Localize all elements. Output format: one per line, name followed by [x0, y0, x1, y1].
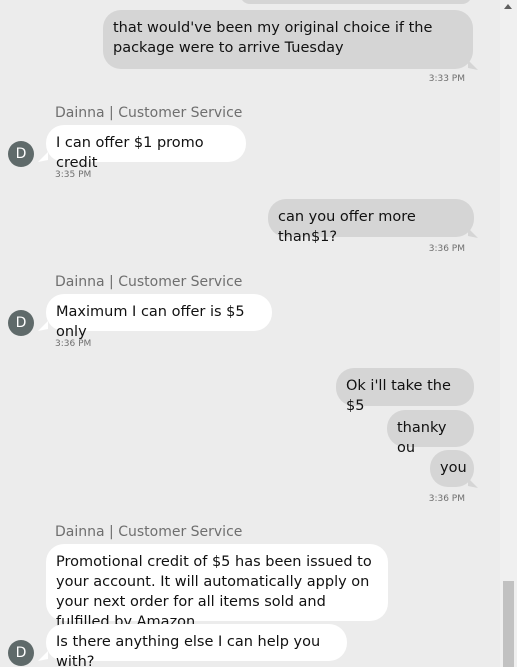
bubble-tail — [468, 60, 478, 70]
vertical-scrollbar[interactable] — [500, 0, 517, 667]
message-text: I can offer $1 promo credit — [56, 135, 204, 171]
message-text: that would've been my original choice if… — [113, 20, 433, 56]
agent-avatar: D — [8, 141, 34, 167]
message-text: Ok i'll take the $5 — [346, 378, 451, 414]
bubble-tail — [38, 651, 48, 661]
agent-name: Dainna | Customer Service — [55, 105, 243, 121]
chat-transcript: that would've been my original choice if… — [0, 0, 500, 667]
outgoing-message: can you offer more than$1? — [268, 199, 474, 245]
bubble-tail — [38, 152, 48, 162]
outgoing-message: thanky ou — [387, 410, 474, 456]
message-timestamp: 3:36 PM — [55, 339, 92, 349]
message-text: Is there anything else I can help you wi… — [56, 634, 321, 667]
bubble-tail — [468, 228, 478, 238]
message-text: Maximum I can offer is $5 only — [56, 304, 245, 340]
agent-name: Dainna | Customer Service — [55, 524, 243, 540]
scroll-up-arrow-icon[interactable] — [504, 4, 512, 9]
bubble-tail — [468, 478, 478, 488]
agent-name: Dainna | Customer Service — [55, 274, 243, 290]
message-timestamp: 3:36 PM — [428, 244, 465, 254]
incoming-message: I can offer $1 promo credit — [46, 125, 246, 171]
incoming-message: Maximum I can offer is $5 only — [46, 294, 272, 340]
message-text: Promotional credit of $5 has been issued… — [56, 554, 372, 630]
incoming-message: Promotional credit of $5 has been issued… — [46, 544, 388, 630]
message-timestamp: 3:33 PM — [428, 74, 465, 84]
message-text: thanky ou — [397, 420, 447, 456]
agent-avatar: D — [8, 310, 34, 336]
agent-avatar: D — [8, 640, 34, 666]
message-timestamp: 3:35 PM — [55, 170, 92, 180]
partial-outgoing-bubble — [240, 0, 472, 4]
message-text: can you offer more than$1? — [278, 209, 416, 245]
scrollbar-thumb[interactable] — [503, 581, 514, 667]
outgoing-message: Ok i'll take the $5 — [336, 368, 474, 414]
bubble-tail — [38, 321, 48, 331]
message-timestamp: 3:36 PM — [428, 494, 465, 504]
outgoing-message: that would've been my original choice if… — [103, 10, 473, 69]
message-text: you — [440, 460, 467, 476]
incoming-message: Is there anything else I can help you wi… — [46, 624, 347, 667]
